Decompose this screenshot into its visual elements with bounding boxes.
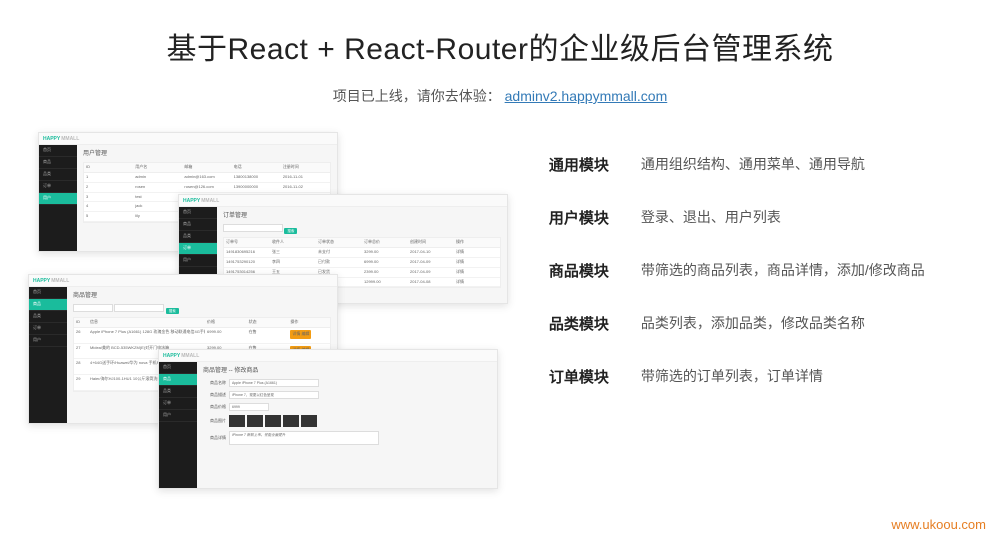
product-images — [229, 415, 317, 427]
input-detail: iPhone 7 新款上市，性能全面提升 — [229, 431, 379, 445]
input-desc: iPhone 7，现更以红色呈现 — [229, 391, 319, 399]
feature-list: 通用模块 通用组织结构、通用菜单、通用导航 用户模块 登录、退出、用户列表 商品… — [519, 134, 972, 504]
feature-desc: 通用组织结构、通用菜单、通用导航 — [641, 154, 865, 175]
logo-b: MMALL — [61, 136, 79, 142]
subtitle-prefix: 项目已上线，请你去体验： — [333, 88, 501, 104]
watermark: www.ukoou.com — [891, 517, 986, 532]
logo-a: HAPPY — [183, 198, 200, 204]
feature-title: 通用模块 — [549, 154, 641, 175]
side-item: 订单 — [29, 323, 67, 335]
feature-row: 商品模块 带筛选的商品列表，商品详情，添加/修改商品 — [549, 260, 972, 281]
img-thumb — [283, 415, 299, 427]
side-item: 品类 — [39, 169, 77, 181]
feature-title: 品类模块 — [549, 313, 641, 334]
feature-title: 用户模块 — [549, 207, 641, 228]
thumb4-crumb: 商品管理 -- 修改商品 — [203, 368, 491, 375]
side-item: 品类 — [159, 386, 197, 398]
logo-b: MMALL — [181, 353, 199, 359]
input-price: 6999 — [229, 403, 269, 411]
side-item: 订单 — [159, 398, 197, 410]
img-thumb — [265, 415, 281, 427]
side-item-active: 商品 — [159, 374, 197, 386]
side-item-active: 商品 — [29, 299, 67, 311]
thumb-product-edit: HAPPYMMALL 首页 商品 品类 订单 用户 商品管理 -- 修改商品 商… — [158, 349, 498, 489]
img-thumb — [229, 415, 245, 427]
feature-desc: 登录、退出、用户列表 — [641, 207, 781, 228]
label-price: 商品价格 — [203, 405, 229, 410]
side-item: 用户 — [179, 255, 217, 267]
img-thumb — [301, 415, 317, 427]
thumb1-crumb: 用户管理 — [83, 151, 331, 158]
feature-row: 订单模块 带筛选的订单列表，订单详情 — [549, 366, 972, 387]
logo-b: MMALL — [201, 198, 219, 204]
side-item: 用户 — [29, 335, 67, 347]
side-item: 品类 — [179, 231, 217, 243]
feature-desc: 带筛选的商品列表，商品详情，添加/修改商品 — [641, 260, 925, 281]
side-item: 订单 — [39, 181, 77, 193]
side-item: 首页 — [179, 207, 217, 219]
logo-a: HAPPY — [33, 278, 50, 284]
feature-row: 品类模块 品类列表，添加品类，修改品类名称 — [549, 313, 972, 334]
feature-desc: 带筛选的订单列表，订单详情 — [641, 366, 823, 387]
feature-title: 订单模块 — [549, 366, 641, 387]
thumb4-sidebar: 首页 商品 品类 订单 用户 — [159, 362, 197, 488]
img-thumb — [247, 415, 263, 427]
thumb2-crumb: 订单管理 — [223, 213, 501, 220]
screenshot-collage: HAPPYMMALL 首页 商品 品类 订单 用户 用户管理 ID用户名邮箱电话… — [28, 134, 519, 504]
feature-title: 商品模块 — [549, 260, 641, 281]
label-detail: 商品详情 — [203, 436, 229, 441]
search-btn: 搜索 — [166, 308, 179, 314]
input-name: Apple iPhone 7 Plus (A1661) — [229, 379, 319, 387]
side-item: 首页 — [159, 362, 197, 374]
logo-a: HAPPY — [43, 136, 60, 142]
side-item: 用户 — [159, 410, 197, 422]
side-item: 品类 — [29, 311, 67, 323]
search-btn: 搜索 — [284, 228, 297, 234]
thumb3-sidebar: 首页 商品 品类 订单 用户 — [29, 287, 67, 423]
side-item-active: 用户 — [39, 193, 77, 205]
side-item: 商品 — [39, 157, 77, 169]
label-desc: 商品描述 — [203, 393, 229, 398]
demo-link[interactable]: adminv2.happymmall.com — [505, 88, 668, 104]
side-item: 首页 — [29, 287, 67, 299]
feature-row: 用户模块 登录、退出、用户列表 — [549, 207, 972, 228]
thumb1-sidebar: 首页 商品 品类 订单 用户 — [39, 145, 77, 251]
logo-a: HAPPY — [163, 353, 180, 359]
feature-desc: 品类列表，添加品类，修改品类名称 — [641, 313, 865, 334]
subtitle: 项目已上线，请你去体验： adminv2.happymmall.com — [0, 86, 1000, 106]
side-item: 商品 — [179, 219, 217, 231]
label-name: 商品名称 — [203, 381, 229, 386]
logo-b: MMALL — [51, 278, 69, 284]
side-item-active: 订单 — [179, 243, 217, 255]
feature-row: 通用模块 通用组织结构、通用菜单、通用导航 — [549, 154, 972, 175]
thumb3-crumb: 商品管理 — [73, 293, 331, 300]
side-item: 首页 — [39, 145, 77, 157]
page-title: 基于React + React-Router的企业级后台管理系统 — [0, 24, 1000, 68]
label-img: 商品图片 — [203, 419, 229, 424]
